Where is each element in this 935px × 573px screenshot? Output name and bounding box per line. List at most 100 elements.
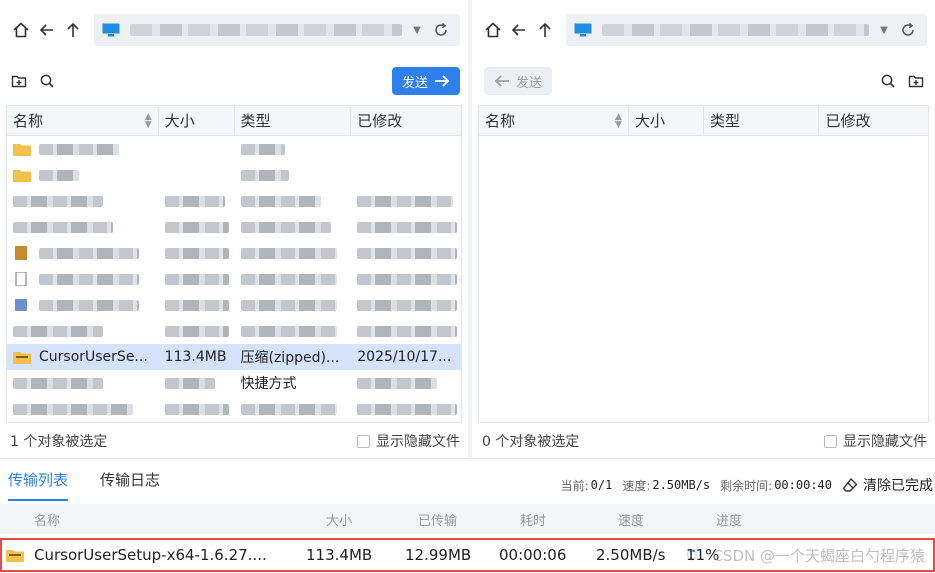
local-status-bar: 1 个对象被选定 显示隐藏文件 [10, 428, 460, 454]
folder-icon [13, 170, 31, 182]
table-row[interactable] [7, 266, 461, 292]
col-size[interactable]: 大小 [629, 106, 704, 135]
new-folder-icon[interactable] [8, 70, 30, 92]
transfer-panel: 传输列表 传输日志 当前: 0/1 速度: 2.50MB/s 剩余时间: 00:… [0, 458, 935, 573]
transfer-transferred: 12.99MB [405, 546, 472, 564]
tab-transfer-log[interactable]: 传输日志 [100, 469, 160, 501]
file-icon [15, 272, 27, 286]
col-modified[interactable]: 已修改 [351, 106, 461, 135]
folder-icon [13, 144, 31, 156]
current-label: 当前: [560, 478, 589, 493]
send-to-local-button[interactable]: 发送 [484, 67, 553, 95]
send-label: 发送 [401, 75, 428, 91]
local-pane: ▼ 发送 名称 ▲ ▼ 大小 类型 已修改 CursorUserSe... 11… [0, 0, 468, 458]
back-arrow-icon[interactable] [506, 17, 532, 43]
computer-icon [574, 23, 592, 37]
progress-value: 11% [686, 546, 720, 564]
file-type: 快捷方式 [240, 376, 297, 392]
blurred-path [602, 24, 869, 36]
show-hidden-label: 显示隐藏文件 [376, 434, 460, 450]
local-table-header: 名称 ▲ ▼ 大小 类型 已修改 [7, 106, 461, 136]
col-elapsed: 耗时 [520, 513, 547, 529]
up-arrow-icon[interactable] [532, 17, 558, 43]
local-toolbar: 发送 [8, 66, 460, 96]
zip-folder-icon [13, 352, 31, 364]
file-name: CursorUserSe... [39, 349, 148, 365]
search-icon[interactable] [36, 70, 58, 92]
col-transferred: 已传输 [418, 513, 458, 529]
selection-count: 0 个对象被选定 [482, 434, 580, 450]
file-size: 113.4MB [164, 349, 227, 365]
up-arrow-icon[interactable] [60, 17, 86, 43]
col-name[interactable]: 名称 ▲ ▼ [479, 106, 629, 135]
file-type: 压缩(zipped)... [240, 350, 340, 366]
home-icon[interactable] [480, 17, 506, 43]
col-type[interactable]: 类型 [704, 106, 820, 135]
transfer-size: 113.4MB [306, 546, 373, 564]
table-row[interactable]: 快捷方式 [7, 370, 461, 396]
show-hidden-toggle[interactable]: 显示隐藏文件 [824, 431, 927, 451]
transfer-summary: 当前: 0/1 速度: 2.50MB/s 剩余时间: 00:00:40 清除已完… [561, 475, 933, 495]
speed-value: 2.50MB/s [652, 478, 711, 492]
local-file-table: 名称 ▲ ▼ 大小 类型 已修改 CursorUserSe... 113.4MB… [6, 105, 462, 423]
remote-toolbar: 发送 [480, 66, 927, 96]
search-icon[interactable] [877, 70, 899, 92]
sort-icon: ▲ ▼ [144, 111, 152, 130]
send-to-remote-button[interactable]: 发送 [391, 67, 460, 95]
remote-file-table: 名称 ▲ ▼ 大小 类型 已修改 [478, 105, 929, 423]
table-row[interactable] [7, 396, 461, 422]
dropdown-icon[interactable]: ▼ [408, 25, 426, 36]
refresh-icon[interactable] [430, 19, 452, 41]
remaining-label: 剩余时间: [720, 478, 773, 493]
table-row[interactable] [7, 318, 461, 344]
show-hidden-checkbox[interactable] [824, 434, 837, 448]
file-icon [15, 299, 27, 311]
back-arrow-icon[interactable] [34, 17, 60, 43]
new-folder-icon[interactable] [905, 70, 927, 92]
table-row[interactable] [7, 292, 461, 318]
dropdown-icon[interactable]: ▼ [875, 25, 893, 36]
refresh-icon[interactable] [897, 19, 919, 41]
home-icon[interactable] [8, 17, 34, 43]
col-name[interactable]: 名称 ▲ ▼ [7, 106, 159, 135]
zip-folder-icon [6, 540, 24, 570]
col-speed: 速度 [618, 513, 645, 529]
transfer-table-header: 名称 大小 已传输 耗时 速度 进度 [0, 504, 935, 534]
col-progress: 进度 [716, 513, 743, 529]
col-modified[interactable]: 已修改 [819, 106, 928, 135]
table-row[interactable] [7, 214, 461, 240]
table-row[interactable] [7, 162, 461, 188]
table-row[interactable] [7, 136, 461, 162]
file-modified: 2025/10/17... [357, 349, 452, 365]
col-name: 名称 [34, 513, 61, 529]
local-nav-bar: ▼ [8, 10, 460, 50]
remote-nav-bar: ▼ [480, 10, 927, 50]
arrow-left-icon [494, 75, 509, 87]
watermark: CSDN @一个天蝎座白勺程序猿 [712, 546, 925, 565]
file-icon [15, 246, 27, 260]
transfer-file-name: CursorUserSetup-x64-1.6.27.... [34, 546, 267, 564]
table-row-selected[interactable]: CursorUserSe... 113.4MB 压缩(zipped)... 20… [7, 344, 461, 370]
speed-label: 速度: [622, 478, 651, 493]
clear-completed-label: 清除已完成 [863, 478, 933, 494]
local-path-field[interactable]: ▼ [94, 14, 460, 46]
computer-icon [102, 23, 120, 37]
eraser-icon [842, 477, 858, 492]
show-hidden-toggle[interactable]: 显示隐藏文件 [357, 431, 460, 451]
show-hidden-checkbox[interactable] [357, 434, 370, 448]
local-table-body: CursorUserSe... 113.4MB 压缩(zipped)... 20… [7, 136, 461, 422]
show-hidden-label: 显示隐藏文件 [843, 434, 927, 450]
selection-count: 1 个对象被选定 [10, 434, 108, 450]
remote-status-bar: 0 个对象被选定 显示隐藏文件 [482, 428, 927, 454]
table-row[interactable] [7, 240, 461, 266]
col-type[interactable]: 类型 [235, 106, 352, 135]
remote-path-field[interactable]: ▼ [566, 14, 927, 46]
transfer-row[interactable]: CursorUserSetup-x64-1.6.27.... 113.4MB 1… [0, 538, 935, 572]
col-size[interactable]: 大小 [159, 106, 235, 135]
transfer-progress: 11% [686, 540, 719, 570]
tab-transfer-list[interactable]: 传输列表 [8, 469, 69, 501]
table-row[interactable] [7, 188, 461, 214]
transfer-speed: 2.50MB/s [596, 546, 666, 564]
clear-completed-button[interactable]: 清除已完成 [842, 475, 933, 495]
transfer-tabs: 传输列表 传输日志 [8, 469, 160, 501]
